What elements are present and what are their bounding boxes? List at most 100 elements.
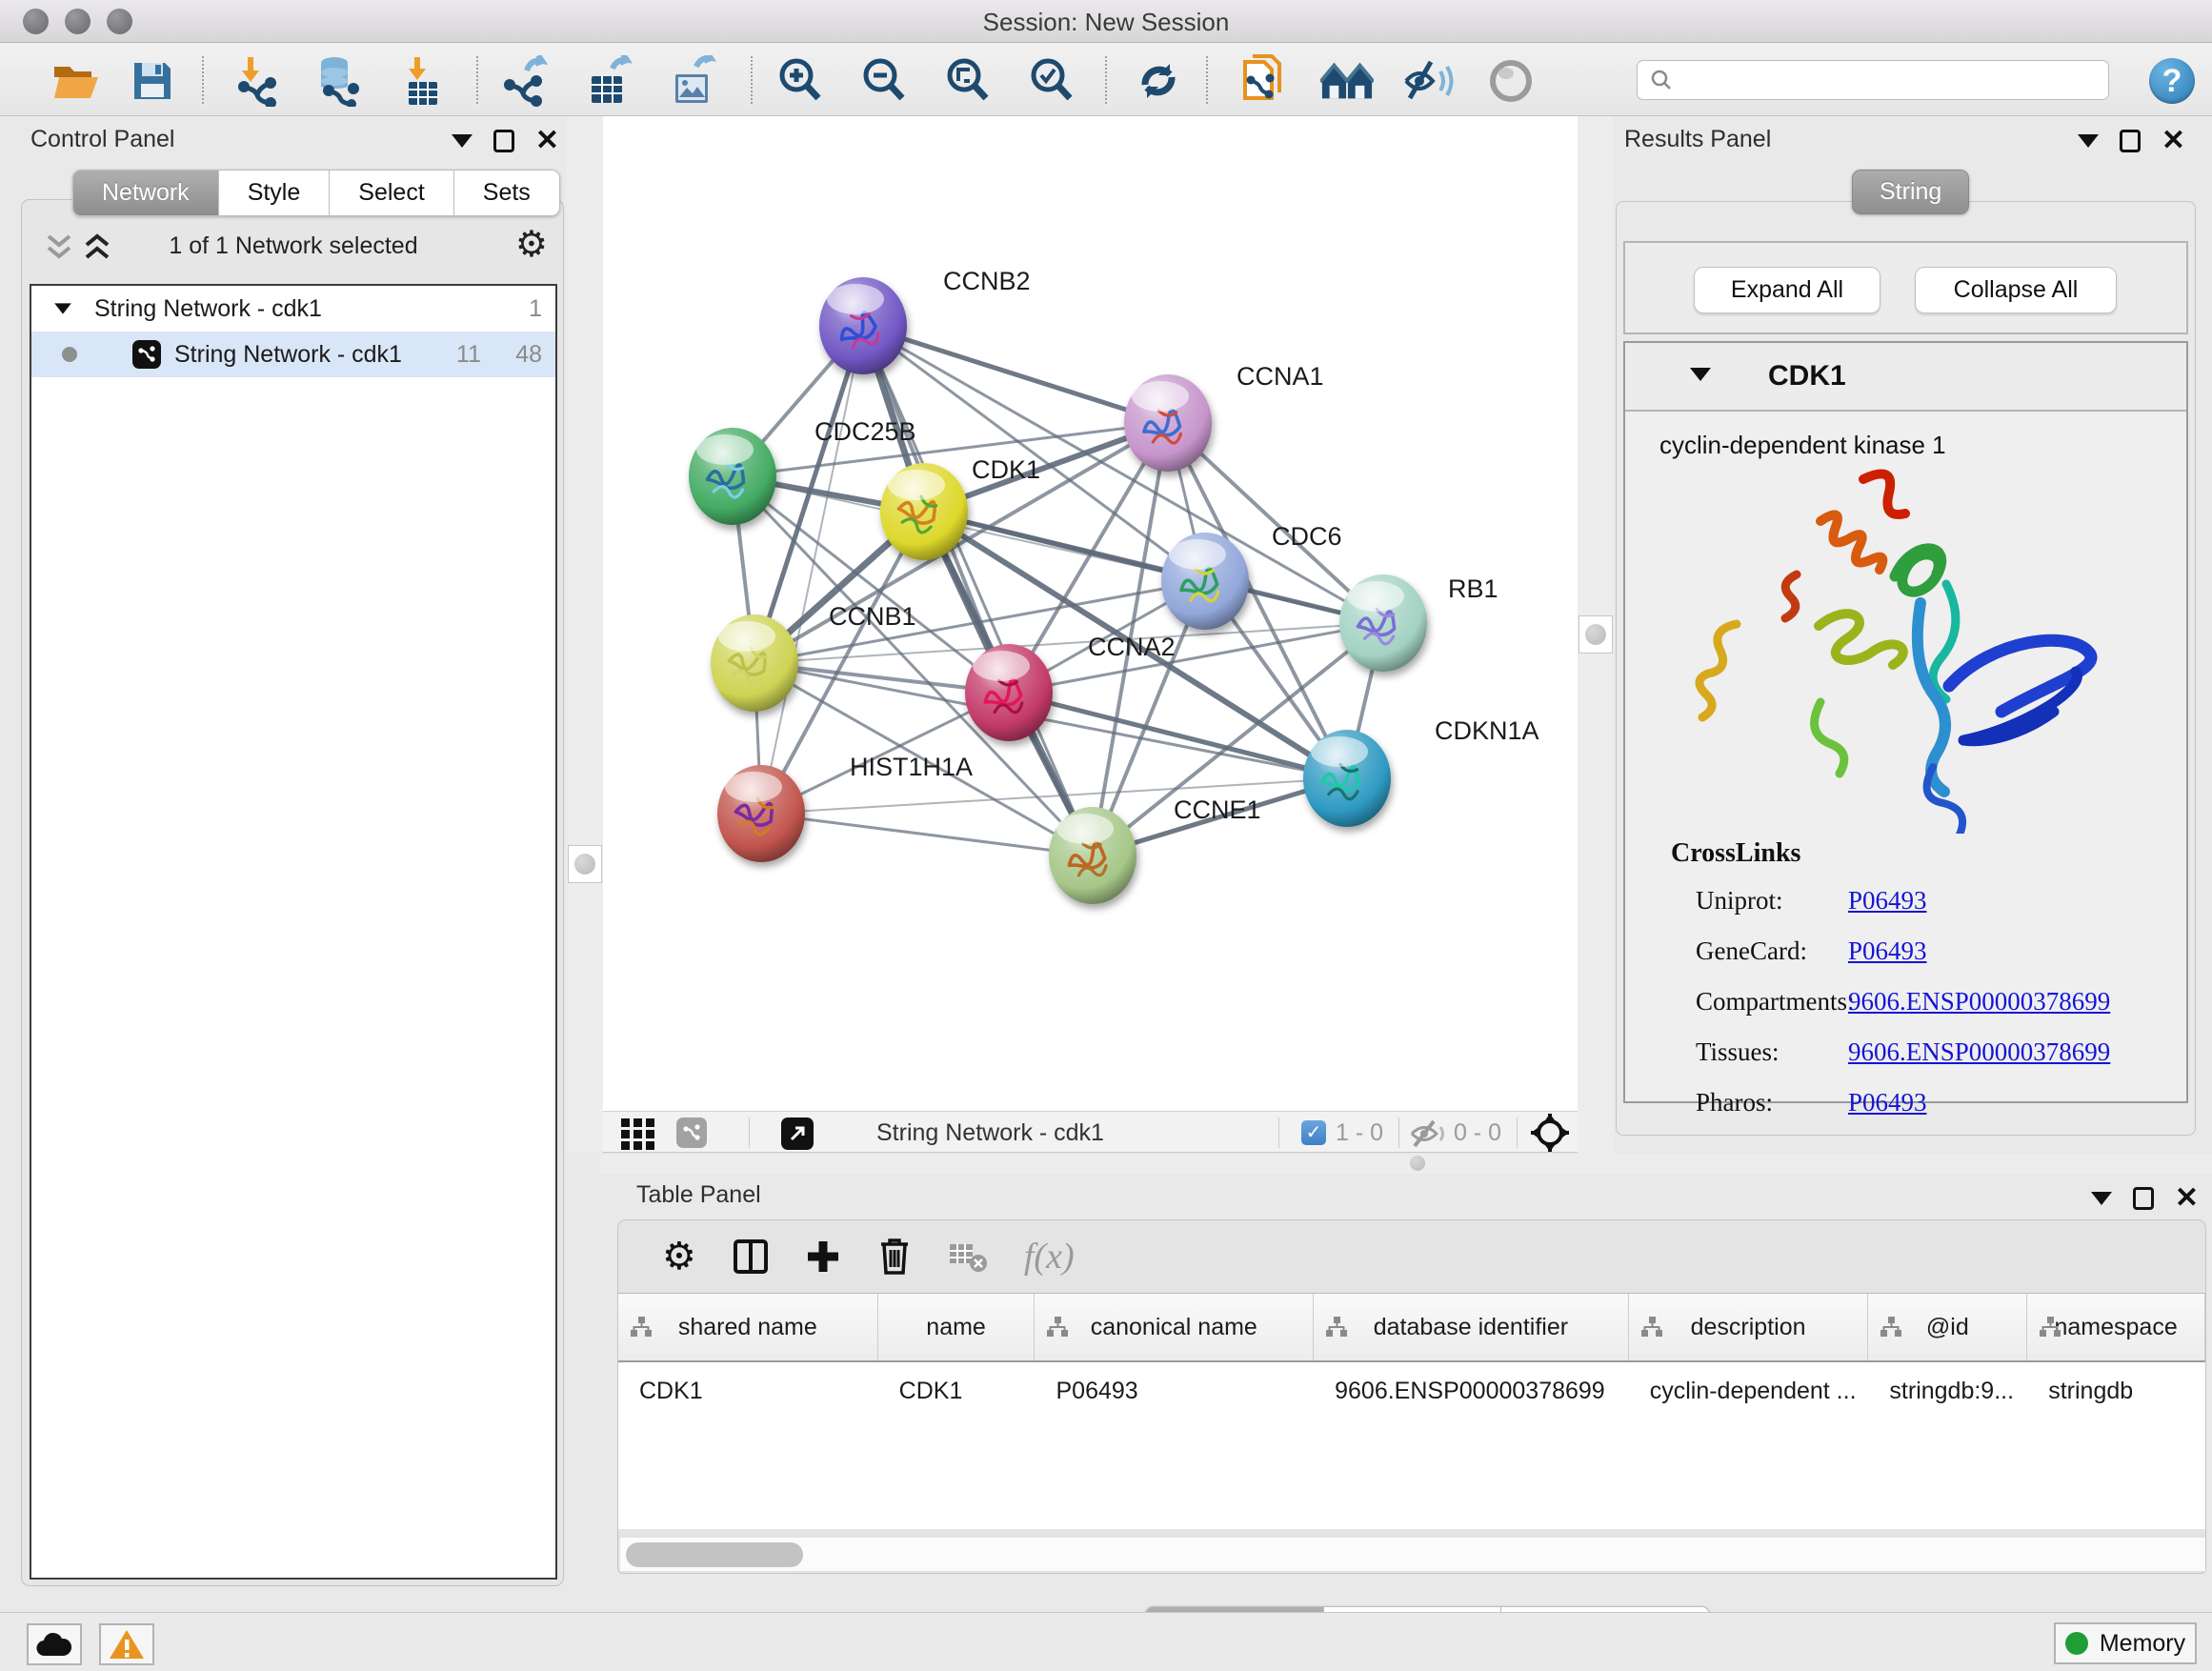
expand-all-button[interactable]: Expand All bbox=[1694, 267, 1880, 313]
import-table-file-button[interactable] bbox=[396, 54, 450, 108]
column-header-canonical-name[interactable]: canonical name bbox=[1035, 1294, 1314, 1360]
collapse-all-button[interactable]: Collapse All bbox=[1915, 267, 2117, 313]
zoom-in-button[interactable] bbox=[774, 54, 827, 108]
table-cell[interactable]: cyclin-dependent ... bbox=[1629, 1362, 1869, 1419]
import-network-file-button[interactable] bbox=[231, 54, 284, 108]
close-panel-icon[interactable]: ✕ bbox=[535, 130, 559, 152]
left-splitter[interactable] bbox=[567, 116, 603, 1153]
node-HIST1H1A[interactable]: HIST1H1A bbox=[717, 753, 973, 862]
tab-string[interactable]: String bbox=[1852, 170, 1969, 214]
export-network-button[interactable] bbox=[499, 54, 553, 108]
edge-HIST1H1A-CCNE1[interactable] bbox=[761, 814, 1093, 856]
column-header-shared-name[interactable]: shared name bbox=[618, 1294, 878, 1360]
table-cell[interactable]: CDK1 bbox=[878, 1362, 1036, 1419]
collection-caret-icon[interactable] bbox=[54, 303, 71, 313]
open-session-button[interactable] bbox=[50, 54, 103, 108]
delete-column-icon[interactable] bbox=[877, 1237, 912, 1277]
network-view-icon[interactable] bbox=[676, 1117, 707, 1148]
node-RB1[interactable]: RB1 bbox=[1339, 574, 1498, 672]
import-network-database-button[interactable] bbox=[311, 54, 364, 108]
string-eye-slash-button[interactable] bbox=[1402, 54, 1456, 108]
float-panel-icon[interactable] bbox=[2120, 130, 2141, 152]
node-CDKN1A[interactable]: CDKN1A bbox=[1303, 716, 1539, 827]
refresh-button[interactable] bbox=[1132, 54, 1185, 108]
gear-icon[interactable]: ⚙ bbox=[515, 227, 548, 263]
node-section-header[interactable]: CDK1 bbox=[1625, 343, 2186, 412]
string-document-share-button[interactable] bbox=[1237, 54, 1290, 108]
save-session-button[interactable] bbox=[126, 54, 179, 108]
string-network-graph[interactable]: CCNB2 CCNA1 CDC25B CDK1 bbox=[600, 116, 1578, 1111]
float-panel-icon[interactable] bbox=[2133, 1187, 2154, 1210]
birds-eye-crosshair-icon[interactable] bbox=[1530, 1113, 1570, 1153]
panel-menu-icon[interactable] bbox=[452, 134, 473, 148]
panel-menu-icon[interactable] bbox=[2091, 1192, 2112, 1205]
float-panel-icon[interactable] bbox=[493, 130, 514, 152]
table-cell[interactable]: stringdb:9... bbox=[1868, 1362, 2027, 1419]
table-cell[interactable]: P06493 bbox=[1035, 1362, 1314, 1419]
crosslink-link[interactable]: P06493 bbox=[1848, 936, 1927, 966]
horizontal-scrollbar[interactable] bbox=[620, 1537, 2205, 1571]
close-panel-icon[interactable]: ✕ bbox=[2175, 1187, 2199, 1210]
search-input[interactable] bbox=[1674, 67, 2083, 93]
column-type-icon bbox=[2039, 1316, 2061, 1339]
detach-view-icon[interactable] bbox=[781, 1117, 814, 1150]
edge-CCNB2-HIST1H1A[interactable] bbox=[761, 326, 863, 814]
splitter-handle[interactable] bbox=[1398, 1155, 1437, 1172]
string-houses-button[interactable] bbox=[1320, 54, 1374, 108]
cloud-button[interactable] bbox=[27, 1623, 82, 1665]
node-table: shared namename canonical name database … bbox=[618, 1293, 2205, 1529]
column-header-name[interactable]: name bbox=[878, 1294, 1036, 1360]
column-header-database-identifier[interactable]: database identifier bbox=[1314, 1294, 1629, 1360]
table-cell[interactable]: 9606.ENSP00000378699 bbox=[1314, 1362, 1629, 1419]
node-CDC6[interactable]: CDC6 bbox=[1161, 522, 1342, 630]
add-column-icon[interactable] bbox=[805, 1238, 841, 1275]
crosslink-label: GeneCard: bbox=[1671, 936, 1848, 966]
node-CCNB2[interactable]: CCNB2 bbox=[819, 267, 1031, 374]
network-canvas[interactable]: CCNB2 CCNA1 CDC25B CDK1 bbox=[600, 116, 1578, 1111]
splitter-handle[interactable] bbox=[568, 845, 602, 883]
zoom-out-button[interactable] bbox=[857, 54, 911, 108]
separator bbox=[749, 1117, 750, 1148]
help-button[interactable]: ? bbox=[2149, 58, 2195, 104]
network-collection-row[interactable]: String Network - cdk1 1 bbox=[31, 286, 555, 332]
node-CCNA1[interactable]: CCNA1 bbox=[1124, 362, 1324, 472]
section-caret-icon[interactable] bbox=[1690, 368, 1711, 381]
table-row[interactable]: CDK1CDK1P064939606.ENSP00000378699cyclin… bbox=[618, 1362, 2205, 1419]
column-header-namespace[interactable]: namespace bbox=[2027, 1294, 2205, 1360]
crosslink-link[interactable]: 9606.ENSP00000378699 bbox=[1848, 1037, 2110, 1067]
zoom-selected-button[interactable] bbox=[1025, 54, 1078, 108]
gear-icon[interactable]: ⚙ bbox=[662, 1235, 696, 1278]
function-builder-icon[interactable]: f(x) bbox=[1024, 1236, 1075, 1278]
crosslink-link[interactable]: P06493 bbox=[1848, 886, 1927, 916]
tab-sets[interactable]: Sets bbox=[454, 170, 560, 216]
network-edge-count: 48 bbox=[515, 341, 542, 369]
warning-button[interactable] bbox=[99, 1623, 154, 1665]
columns-icon[interactable] bbox=[733, 1238, 769, 1275]
table-cell[interactable]: stringdb bbox=[2027, 1362, 2205, 1419]
scrollbar-thumb[interactable] bbox=[626, 1542, 803, 1567]
network-row[interactable]: String Network - cdk1 11 48 bbox=[31, 332, 555, 377]
string-sphere-button[interactable] bbox=[1484, 54, 1538, 108]
delete-table-icon[interactable] bbox=[948, 1240, 988, 1273]
table-cell[interactable]: CDK1 bbox=[618, 1362, 878, 1419]
close-panel-icon[interactable]: ✕ bbox=[2162, 130, 2185, 152]
search-box[interactable] bbox=[1637, 60, 2109, 100]
tab-network[interactable]: Network bbox=[72, 170, 219, 216]
crosslink-link[interactable]: P06493 bbox=[1848, 1088, 1927, 1117]
tab-style[interactable]: Style bbox=[219, 170, 331, 216]
selected-checkbox-icon[interactable]: ✓ bbox=[1301, 1120, 1326, 1145]
column-header--id[interactable]: @id bbox=[1868, 1294, 2027, 1360]
node-label-RB1: RB1 bbox=[1448, 574, 1498, 603]
grid-view-icon[interactable] bbox=[619, 1117, 657, 1151]
tab-select[interactable]: Select bbox=[330, 170, 453, 216]
export-image-button[interactable] bbox=[667, 54, 720, 108]
memory-button[interactable]: Memory bbox=[2054, 1622, 2197, 1664]
column-header-description[interactable]: description bbox=[1629, 1294, 1869, 1360]
crosslink-link[interactable]: 9606.ENSP00000378699 bbox=[1848, 987, 2110, 1017]
panel-menu-icon[interactable] bbox=[2078, 134, 2099, 148]
node-CCNE1[interactable]: CCNE1 bbox=[1049, 795, 1261, 904]
edge-CCNB2-CCNA1[interactable] bbox=[863, 326, 1168, 423]
export-table-button[interactable] bbox=[583, 54, 636, 108]
zoom-fit-button[interactable] bbox=[941, 54, 995, 108]
column-type-icon bbox=[1046, 1316, 1069, 1339]
